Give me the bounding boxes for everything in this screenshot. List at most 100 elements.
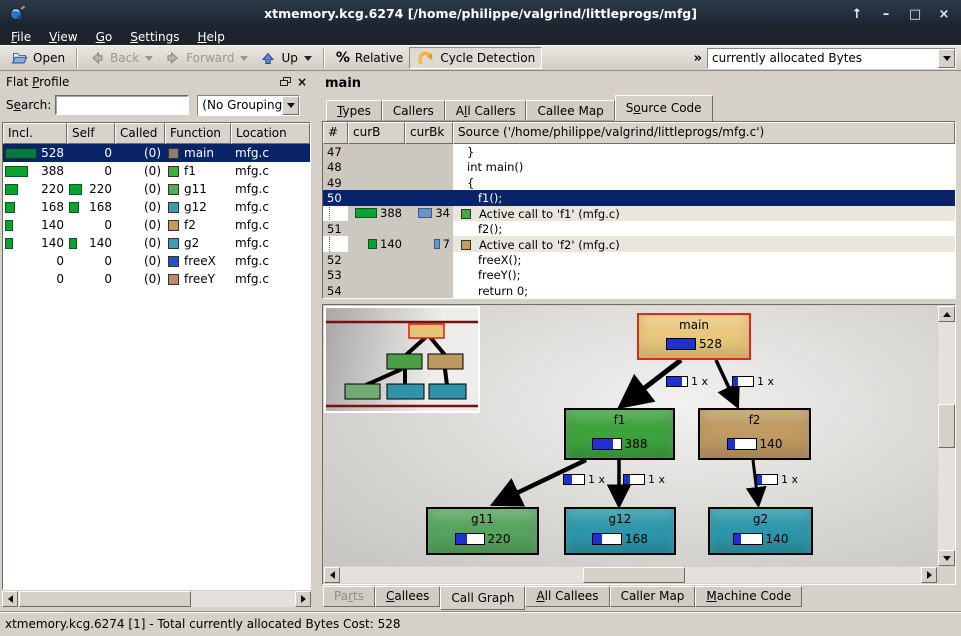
scrollbar-thumb[interactable] (19, 591, 191, 607)
maximize-button[interactable]: □ (908, 7, 922, 22)
tab-all-callees[interactable]: All Callees (525, 586, 609, 607)
function-color-icon (168, 256, 179, 267)
table-row-freeX[interactable]: 0 0 (0) freeX mfg.c (3, 252, 310, 270)
forward-dropdown-icon[interactable] (240, 56, 248, 61)
source-line[interactable]: 53 freeY(); (323, 267, 955, 282)
minimize-button[interactable]: – (879, 7, 893, 22)
source-code-view: # curB curBk Source ('/home/philippe/val… (322, 121, 956, 299)
scroll-down-icon[interactable] (938, 550, 955, 566)
col-location[interactable]: Location (231, 123, 310, 144)
col-line-number[interactable]: # (323, 122, 348, 144)
tab-callee-map[interactable]: Callee Map (526, 100, 614, 121)
source-line[interactable]: 52 freeX(); (323, 252, 955, 267)
tree-branch-icon (329, 207, 330, 222)
graph-node-g12[interactable]: g12 168 (564, 507, 676, 555)
graph-node-f1[interactable]: f1 388 (564, 408, 675, 460)
tab-callees[interactable]: Callees (375, 586, 440, 607)
edge-label-f2-g2: 1 x (756, 473, 798, 486)
shade-button[interactable]: ↑ (850, 7, 864, 22)
scroll-left-icon[interactable] (324, 567, 340, 583)
combo-dropdown-icon[interactable] (282, 96, 299, 115)
dock-close-icon[interactable]: × (297, 75, 307, 89)
table-row-g12[interactable]: 168 168 (0) g12 mfg.c (3, 198, 310, 216)
scroll-right-icon[interactable] (921, 567, 937, 583)
search-input[interactable] (55, 95, 189, 115)
table-row-freeY[interactable]: 0 0 (0) freeY mfg.c (3, 270, 310, 288)
flat-profile-hscrollbar[interactable] (2, 591, 311, 607)
source-line[interactable]: 48 int main() (323, 159, 955, 174)
col-incl[interactable]: Incl. (3, 123, 67, 144)
tab-call-graph[interactable]: Call Graph (440, 586, 525, 610)
scroll-up-icon[interactable] (938, 306, 955, 322)
graph-node-main[interactable]: main 528 (637, 313, 751, 360)
menu-file[interactable]: File (2, 29, 40, 45)
up-dropdown-icon[interactable] (304, 56, 312, 61)
source-line[interactable]: 54 return 0; (323, 283, 955, 298)
grouping-combobox[interactable]: (No Grouping) (197, 95, 300, 116)
graph-node-f2[interactable]: f2 140 (698, 408, 811, 460)
col-function[interactable]: Function (165, 123, 231, 144)
forward-button[interactable]: Forward (159, 47, 254, 69)
graph-node-g2[interactable]: g2 140 (708, 507, 813, 555)
menu-help[interactable]: Help (188, 29, 233, 45)
up-button[interactable]: Up (254, 47, 317, 69)
toolbar: Open Back Forward Up % Relative Cycle De… (0, 45, 961, 71)
graph-vscrollbar[interactable] (938, 306, 955, 566)
table-row-f1[interactable]: 388 0 (0) f1 mfg.c (3, 162, 310, 180)
menu-view[interactable]: View (40, 29, 86, 45)
open-button[interactable]: Open (5, 47, 71, 69)
table-row-g11[interactable]: 220 220 (0) g11 mfg.c (3, 180, 310, 198)
col-source[interactable]: Source ('/home/philippe/valgrind/littlep… (453, 122, 955, 144)
flat-profile-header: Incl. Self Called Function Location (3, 123, 310, 144)
tab-caller-map[interactable]: Caller Map (610, 586, 696, 607)
scrollbar-thumb[interactable] (583, 567, 685, 583)
source-line[interactable]: 49 { (323, 175, 955, 190)
event-type-combobox[interactable]: currently allocated Bytes (707, 48, 956, 69)
graph-hscrollbar[interactable] (324, 567, 937, 583)
table-row-g2[interactable]: 140 140 (0) g2 mfg.c (3, 234, 310, 252)
tab-types[interactable]: Types (326, 100, 382, 121)
flat-profile-table: Incl. Self Called Function Location 528 … (2, 122, 311, 590)
source-call-line[interactable]: 388 34 Active call to 'f1' (mfg.c) (323, 206, 955, 221)
back-button[interactable]: Back (83, 47, 159, 69)
graph-overview-minimap[interactable] (324, 306, 480, 413)
tab-machine-code[interactable]: Machine Code (695, 586, 802, 607)
bottom-tabs: Parts Callees Call Graph All Callees Cal… (323, 586, 802, 610)
edge-label-main-f1: 1 x (666, 375, 708, 388)
tab-all-callers[interactable]: All Callers (445, 100, 527, 121)
table-row-main[interactable]: 528 0 (0) main mfg.c (3, 144, 310, 162)
relative-toggle-button[interactable]: % Relative (330, 47, 409, 69)
table-row-f2[interactable]: 140 0 (0) f2 mfg.c (3, 216, 310, 234)
function-color-icon (168, 238, 179, 249)
back-dropdown-icon[interactable] (145, 56, 153, 61)
graph-node-g11[interactable]: g11 220 (426, 507, 539, 555)
function-color-icon (168, 148, 179, 159)
scroll-right-icon[interactable] (295, 591, 311, 607)
panel-splitter[interactable] (313, 71, 321, 611)
window-title: xtmemory.kcg.6274 [/home/philippe/valgri… (0, 6, 961, 21)
call-graph-canvas[interactable]: main 528 f1 388 f2 140 g11 220 g12 168 g… (324, 306, 937, 566)
source-line[interactable]: 51 f2(); (323, 221, 955, 236)
selected-function-title: main (325, 76, 361, 91)
menu-go[interactable]: Go (87, 29, 122, 45)
menu-settings[interactable]: Settings (121, 29, 188, 45)
float-dock-icon[interactable] (280, 77, 291, 88)
col-curB[interactable]: curB (348, 122, 405, 144)
tab-callers[interactable]: Callers (382, 100, 445, 121)
scrollbar-thumb[interactable] (938, 404, 955, 448)
scroll-left-icon[interactable] (2, 591, 18, 607)
source-line-selected[interactable]: 50 f1(); (323, 190, 955, 205)
combo-dropdown-icon[interactable] (938, 49, 955, 68)
scrollbar-corner (938, 567, 955, 583)
col-self[interactable]: Self (67, 123, 115, 144)
tree-branch-icon (329, 237, 330, 252)
tab-source-code[interactable]: Source Code (615, 95, 713, 121)
status-text: xtmemory.kcg.6274 [1] - Total currently … (5, 617, 400, 631)
col-called[interactable]: Called (115, 123, 165, 144)
close-button[interactable]: × (937, 7, 951, 22)
col-curBk[interactable]: curBk (405, 122, 453, 144)
source-call-line[interactable]: 140 7 Active call to 'f2' (mfg.c) (323, 236, 955, 251)
source-line[interactable]: 47 } (323, 144, 955, 159)
toolbar-overflow-chevron[interactable]: » (689, 51, 707, 66)
cycle-detection-button[interactable]: Cycle Detection (409, 47, 542, 69)
